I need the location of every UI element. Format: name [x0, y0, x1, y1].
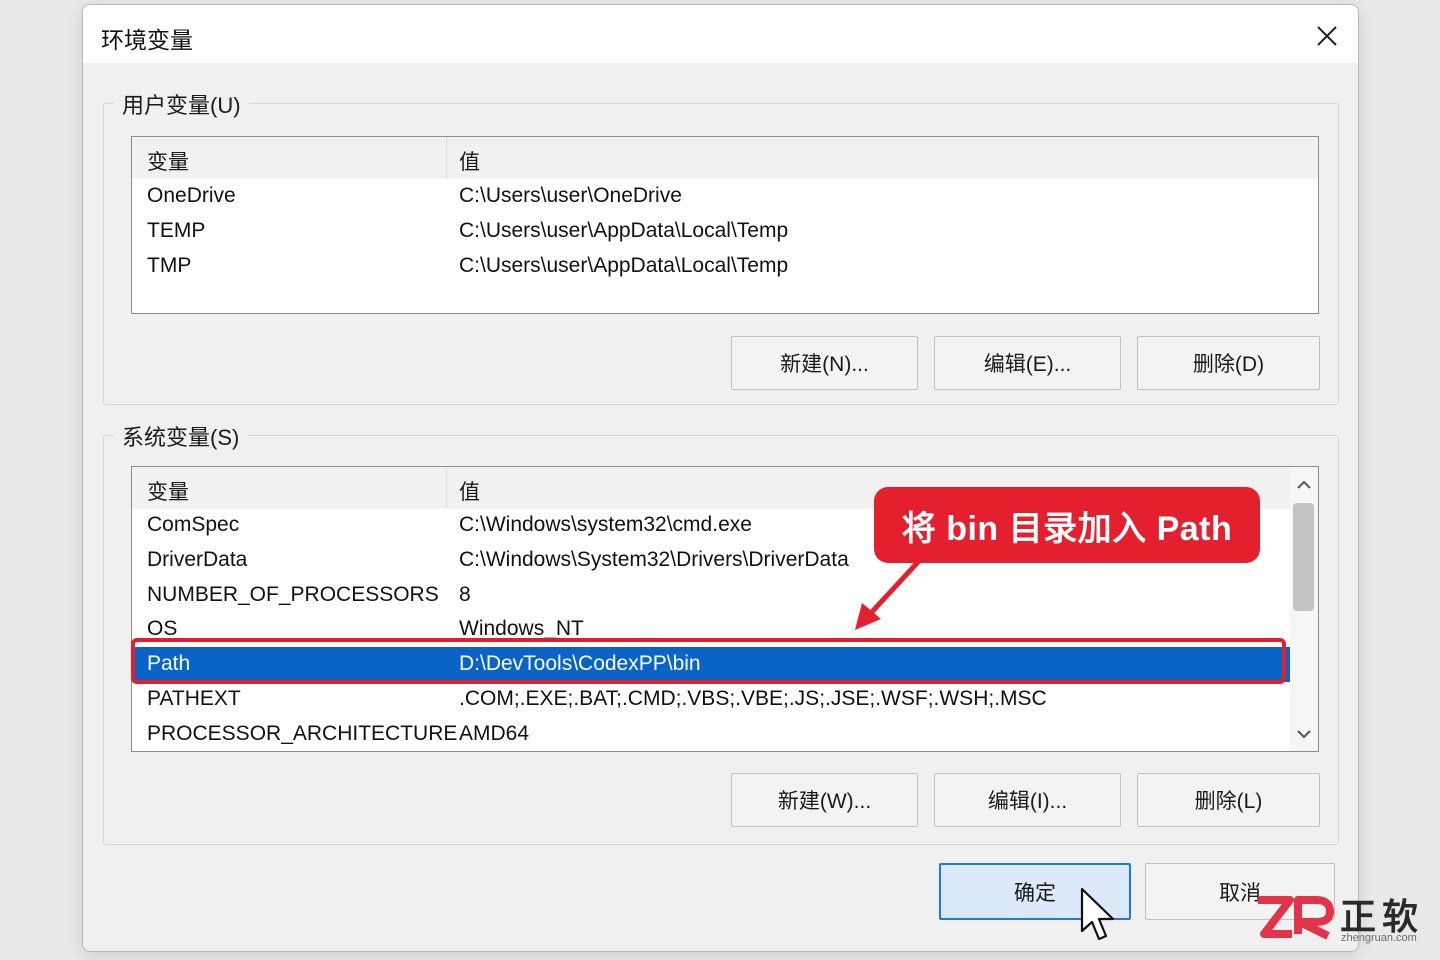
- watermark-url: zhengruan.com: [1341, 932, 1417, 944]
- user-delete-button[interactable]: 删除(D): [1137, 336, 1320, 390]
- chevron-up-icon: [1297, 480, 1311, 489]
- user-new-button[interactable]: 新建(N)...: [731, 336, 918, 390]
- row-value: 8: [459, 583, 471, 606]
- user-variables-legend: 用户变量(U): [114, 88, 249, 120]
- watermark-logo: [1258, 896, 1334, 940]
- list-row-tmp[interactable]: TMP C:\Users\user\AppData\Local\Temp: [132, 249, 1318, 284]
- close-button[interactable]: [1304, 13, 1350, 59]
- row-value: C:\Windows\System32\Drivers\DriverData: [459, 548, 849, 571]
- column-header-value[interactable]: 值: [459, 476, 480, 506]
- close-icon: [1317, 26, 1337, 46]
- column-separator: [446, 137, 447, 179]
- environment-variables-dialog: 环境变量 用户变量(U) 变量 值 OneDrive C:\Users\user…: [82, 4, 1359, 952]
- list-row-onedrive[interactable]: OneDrive C:\Users\user\OneDrive: [132, 179, 1318, 214]
- column-header-name[interactable]: 变量: [147, 476, 189, 506]
- annotation-callout: 将 bin 目录加入 Path: [874, 487, 1260, 563]
- row-name: OneDrive: [147, 184, 236, 207]
- row-value: C:\Users\user\AppData\Local\Temp: [459, 254, 789, 277]
- dialog-title: 环境变量: [101, 27, 193, 53]
- row-name: PATHEXT: [147, 687, 241, 710]
- row-value: C:\Users\user\AppData\Local\Temp: [459, 219, 789, 242]
- user-variables-list[interactable]: 变量 值 OneDrive C:\Users\user\OneDrive TEM…: [131, 136, 1319, 314]
- scroll-down-button[interactable]: [1294, 724, 1314, 744]
- scroll-thumb[interactable]: [1293, 503, 1314, 611]
- row-name: PROCESSOR_ARCHITECTURE: [147, 722, 458, 745]
- mouse-pointer-icon: [1080, 887, 1115, 941]
- system-edit-button[interactable]: 编辑(I)...: [934, 773, 1121, 827]
- row-value: C:\Windows\system32\cmd.exe: [459, 513, 752, 536]
- column-header-value[interactable]: 值: [459, 146, 480, 176]
- list-row-pathext[interactable]: PATHEXT .COM;.EXE;.BAT;.CMD;.VBS;.VBE;.J…: [132, 682, 1291, 717]
- chevron-down-icon: [1297, 730, 1311, 739]
- system-variables-legend: 系统变量(S): [114, 420, 248, 452]
- list-row-number-of-processors[interactable]: NUMBER_OF_PROCESSORS 8: [132, 578, 1291, 613]
- system-delete-button[interactable]: 删除(L): [1137, 773, 1320, 827]
- row-name: NUMBER_OF_PROCESSORS: [147, 583, 439, 606]
- list-header: 变量 值: [132, 137, 1318, 179]
- list-row-temp[interactable]: TEMP C:\Users\user\AppData\Local\Temp: [132, 214, 1318, 249]
- path-row-highlight: [131, 638, 1286, 684]
- row-name: ComSpec: [147, 513, 240, 536]
- watermark: 正软 zhengruan.com: [1252, 888, 1432, 946]
- column-header-name[interactable]: 变量: [147, 146, 189, 176]
- title-bar: 环境变量: [83, 5, 1358, 63]
- row-name: TMP: [147, 254, 192, 277]
- list-row-processor-architecture[interactable]: PROCESSOR_ARCHITECTURE AMD64: [132, 717, 1291, 751]
- row-name: DriverData: [147, 548, 248, 571]
- vertical-scrollbar[interactable]: [1290, 467, 1318, 751]
- column-separator: [446, 467, 447, 509]
- row-name: TEMP: [147, 219, 206, 242]
- system-new-button[interactable]: 新建(W)...: [731, 773, 918, 827]
- row-value: C:\Users\user\OneDrive: [459, 184, 682, 207]
- user-edit-button[interactable]: 编辑(E)...: [934, 336, 1121, 390]
- scroll-up-button[interactable]: [1294, 475, 1314, 495]
- row-value: .COM;.EXE;.BAT;.CMD;.VBS;.VBE;.JS;.JSE;.…: [459, 687, 1047, 710]
- user-variables-group: 用户变量(U) 变量 值 OneDrive C:\Users\user\OneD…: [103, 88, 1339, 405]
- row-value: AMD64: [459, 722, 530, 745]
